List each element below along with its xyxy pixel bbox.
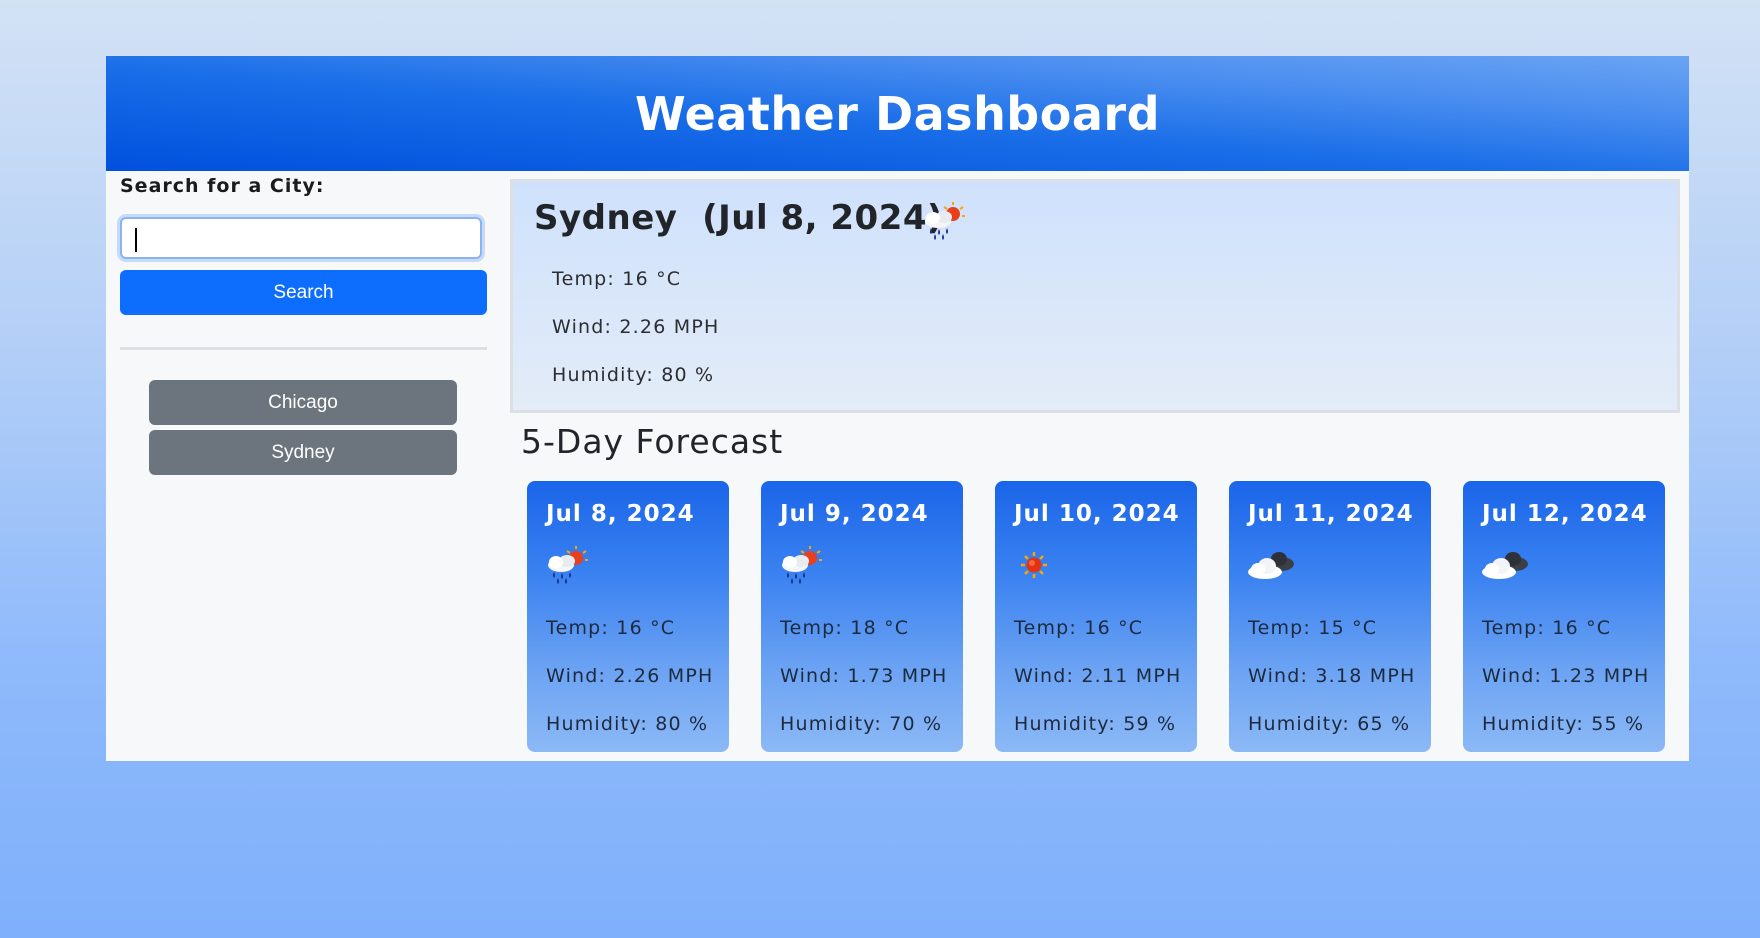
forecast-wind: Wind: 3.18 MPH	[1248, 665, 1416, 687]
history-button-sydney[interactable]: Sydney	[149, 430, 457, 475]
forecast-temp: Temp: 16 °C	[1482, 617, 1612, 639]
forecast-date: Jul 9, 2024	[780, 501, 929, 527]
forecast-temp: Temp: 18 °C	[780, 617, 910, 639]
forecast-date: Jul 11, 2024	[1248, 501, 1414, 527]
forecast-wind: Wind: 1.23 MPH	[1482, 665, 1650, 687]
rain-sun-icon	[777, 545, 823, 589]
forecast-card: Jul 10, 2024 Temp: 16 °C Wind: 2.11 MPH	[995, 481, 1197, 752]
current-weather-panel: Sydney (Jul 8, 2024) Temp: 16 °C Wind: 2…	[510, 179, 1680, 413]
forecast-card: Jul 12, 2024 Temp: 16 °C Wind: 1.23 MPH …	[1463, 481, 1665, 752]
forecast-card: Jul 9, 2024 Temp: 18 °C Wind: 1.73 MPH H…	[761, 481, 963, 752]
history-button-chicago[interactable]: Chicago	[149, 380, 457, 425]
forecast-heading: 5-Day Forecast	[521, 422, 784, 461]
current-humidity: Humidity: 80 %	[552, 364, 715, 386]
app-container: Weather Dashboard Search for a City: Sea…	[106, 56, 1689, 761]
page-header: Weather Dashboard	[106, 56, 1689, 171]
forecast-humidity: Humidity: 55 %	[1482, 713, 1645, 735]
search-button[interactable]: Search	[120, 270, 487, 315]
current-wind: Wind: 2.26 MPH	[552, 316, 720, 338]
search-label: Search for a City:	[120, 175, 325, 197]
page-title: Weather Dashboard	[634, 86, 1160, 141]
clouds-icon	[1245, 545, 1299, 589]
current-temp: Temp: 16 °C	[552, 268, 682, 290]
forecast-date: Jul 10, 2024	[1014, 501, 1180, 527]
forecast-temp: Temp: 16 °C	[546, 617, 676, 639]
rain-sun-icon	[543, 545, 589, 589]
forecast-wind: Wind: 2.26 MPH	[546, 665, 714, 687]
forecast-temp: Temp: 15 °C	[1248, 617, 1378, 639]
forecast-humidity: Humidity: 70 %	[780, 713, 943, 735]
rain-sun-icon	[920, 201, 966, 245]
text-caret	[135, 228, 137, 252]
sidebar: Search for a City: Search Chicago Sydney	[106, 171, 502, 761]
forecast-wind: Wind: 2.11 MPH	[1014, 665, 1182, 687]
forecast-card: Jul 8, 2024 Temp: 16 °C Wind: 2.26 MPH H…	[527, 481, 729, 752]
clouds-icon	[1479, 545, 1533, 589]
forecast-temp: Temp: 16 °C	[1014, 617, 1144, 639]
forecast-humidity: Humidity: 80 %	[546, 713, 709, 735]
forecast-humidity: Humidity: 65 %	[1248, 713, 1411, 735]
search-input[interactable]	[120, 217, 482, 259]
divider	[120, 347, 487, 350]
forecast-date: Jul 8, 2024	[546, 501, 695, 527]
forecast-wind: Wind: 1.73 MPH	[780, 665, 948, 687]
current-city-title: Sydney (Jul 8, 2024)	[534, 198, 944, 238]
forecast-date: Jul 12, 2024	[1482, 501, 1648, 527]
sun-icon	[1011, 545, 1057, 589]
forecast-humidity: Humidity: 59 %	[1014, 713, 1177, 735]
forecast-card: Jul 11, 2024 Temp: 15 °C Wind: 3.18 MPH …	[1229, 481, 1431, 752]
